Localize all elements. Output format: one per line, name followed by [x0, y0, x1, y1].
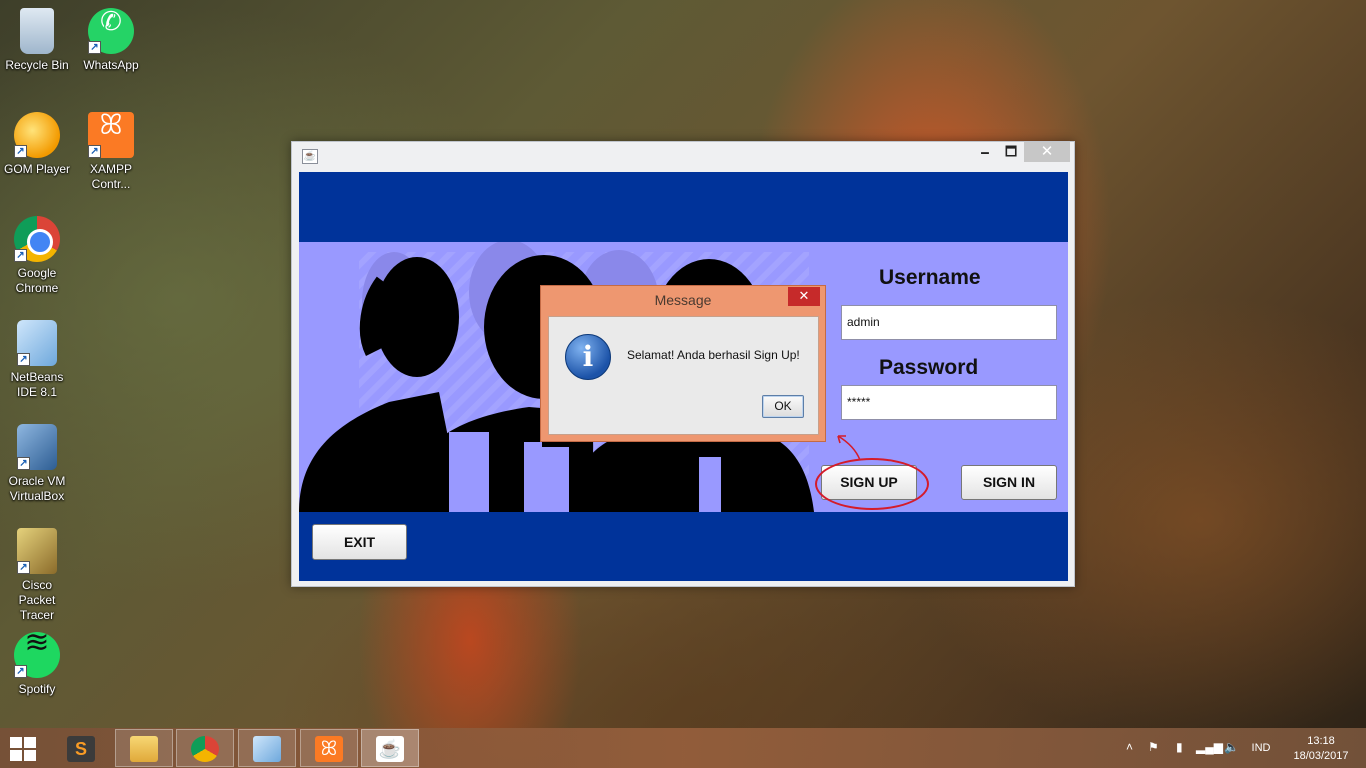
java-icon: ☕	[376, 736, 404, 762]
desktop-icon-netbeans[interactable]: ↗ NetBeans IDE 8.1	[0, 320, 74, 400]
taskbar-app-xampp[interactable]: ꕤ	[300, 729, 358, 767]
desktop-icon-label: Oracle VM VirtualBox	[8, 474, 66, 503]
exit-button[interactable]: EXIT	[312, 524, 407, 560]
dialog-close-button[interactable]: ✕	[788, 287, 820, 306]
action-center-flag-icon[interactable]: ⚑	[1148, 740, 1159, 754]
volume-icon[interactable]: 🔈	[1224, 740, 1239, 754]
sign-in-button[interactable]: SIGN IN	[961, 465, 1057, 500]
dialog-message: Selamat! Anda berhasil Sign Up!	[627, 348, 800, 362]
username-label: Username	[879, 266, 981, 289]
password-label: Password	[879, 356, 979, 379]
desktop-icon-recycle-bin[interactable]: Recycle Bin	[0, 8, 74, 73]
folder-icon	[130, 736, 158, 762]
whatsapp-icon: ↗	[88, 8, 134, 54]
minimize-button[interactable]: 🗕	[972, 142, 998, 162]
start-button[interactable]	[10, 737, 38, 761]
sublime-text-icon: S	[67, 736, 95, 762]
java-app-icon: ☕	[302, 149, 318, 164]
netbeans-icon	[253, 736, 281, 762]
taskbar-app-netbeans[interactable]	[238, 729, 296, 767]
desktop-icon-whatsapp[interactable]: ↗ WhatsApp	[74, 8, 148, 73]
spotify-icon: ↗	[14, 632, 60, 678]
desktop-icon-label: Recycle Bin	[5, 58, 69, 72]
recycle-bin-icon	[20, 8, 54, 54]
windows-logo-icon	[10, 737, 22, 748]
message-dialog: Message ✕ i Selamat! Anda berhasil Sign …	[540, 285, 826, 442]
desktop-icon-label: WhatsApp	[83, 58, 139, 72]
desktop-icon-label: Google Chrome	[15, 266, 59, 295]
desktop-icon-xampp[interactable]: ↗ XAMPP Contr...	[74, 112, 148, 192]
username-field[interactable]: admin	[841, 305, 1057, 340]
virtualbox-icon: ↗	[17, 424, 57, 470]
dialog-body: i Selamat! Anda berhasil Sign Up! OK	[548, 316, 819, 435]
show-hidden-icons-button[interactable]: ˄	[1126, 740, 1133, 754]
taskbar-app-java[interactable]: ☕	[361, 729, 419, 767]
desktop-icon-label: XAMPP Contr...	[89, 162, 132, 191]
shortcut-arrow-icon: ↗	[17, 457, 30, 470]
window-titlebar[interactable]: ☕ 🗕 🗖 ✕	[292, 142, 1074, 170]
netbeans-icon: ↗	[17, 320, 57, 366]
desktop-icon-label: Spotify	[18, 682, 56, 696]
desktop-icon-virtualbox[interactable]: ↗ Oracle VM VirtualBox	[0, 424, 74, 504]
chrome-icon: ↗	[14, 216, 60, 262]
language-indicator[interactable]: IND	[1248, 742, 1274, 754]
dialog-title: Message	[654, 292, 712, 308]
taskbar-app-sublime-text[interactable]: S	[52, 729, 110, 767]
shortcut-arrow-icon: ↗	[88, 145, 101, 158]
taskbar-app-chrome[interactable]	[176, 729, 234, 767]
taskbar: S ꕤ ☕ ˄ ⚑ ▮ ▂▄▆ 🔈 IND 13:18 18/03/2017	[0, 728, 1366, 768]
password-field[interactable]: *****	[841, 385, 1057, 420]
cisco-packet-tracer-icon: ↗	[17, 528, 57, 574]
desktop-icon-chrome[interactable]: ↗ Google Chrome	[0, 216, 74, 296]
shortcut-arrow-icon: ↗	[17, 561, 30, 574]
xampp-icon: ꕤ	[315, 736, 343, 762]
clock-date: 18/03/2017	[1293, 750, 1349, 762]
maximize-button[interactable]: 🗖	[998, 142, 1024, 162]
shortcut-arrow-icon: ↗	[17, 353, 30, 366]
annotation-arrow-icon	[837, 435, 861, 461]
desktop-icon-gom-player[interactable]: ↗ GOM Player	[0, 112, 74, 177]
desktop-icon-label: NetBeans IDE 8.1	[10, 370, 64, 399]
taskbar-app-file-explorer[interactable]	[115, 729, 173, 767]
shortcut-arrow-icon: ↗	[88, 41, 101, 54]
desktop-icon-label: Cisco Packet Tracer	[18, 578, 56, 622]
close-button[interactable]: ✕	[1024, 142, 1070, 162]
info-icon: i	[565, 334, 611, 380]
battery-icon[interactable]: ▮	[1176, 740, 1183, 754]
gom-player-icon: ↗	[14, 112, 60, 158]
xampp-icon: ↗	[88, 112, 134, 158]
clock[interactable]: 13:18 18/03/2017	[1284, 734, 1358, 764]
annotation-circle	[815, 458, 929, 510]
clock-time: 13:18	[1307, 735, 1335, 747]
shortcut-arrow-icon: ↗	[14, 249, 27, 262]
chrome-icon	[191, 736, 219, 762]
signal-icon[interactable]: ▂▄▆	[1196, 740, 1223, 754]
desktop-icon-label: GOM Player	[3, 162, 70, 176]
desktop-icon-spotify[interactable]: ↗ Spotify	[0, 632, 74, 697]
desktop-icon-cisco-packet-tracer[interactable]: ↗ Cisco Packet Tracer	[0, 528, 74, 623]
shortcut-arrow-icon: ↗	[14, 145, 27, 158]
ok-button[interactable]: OK	[762, 395, 804, 418]
shortcut-arrow-icon: ↗	[14, 665, 27, 678]
